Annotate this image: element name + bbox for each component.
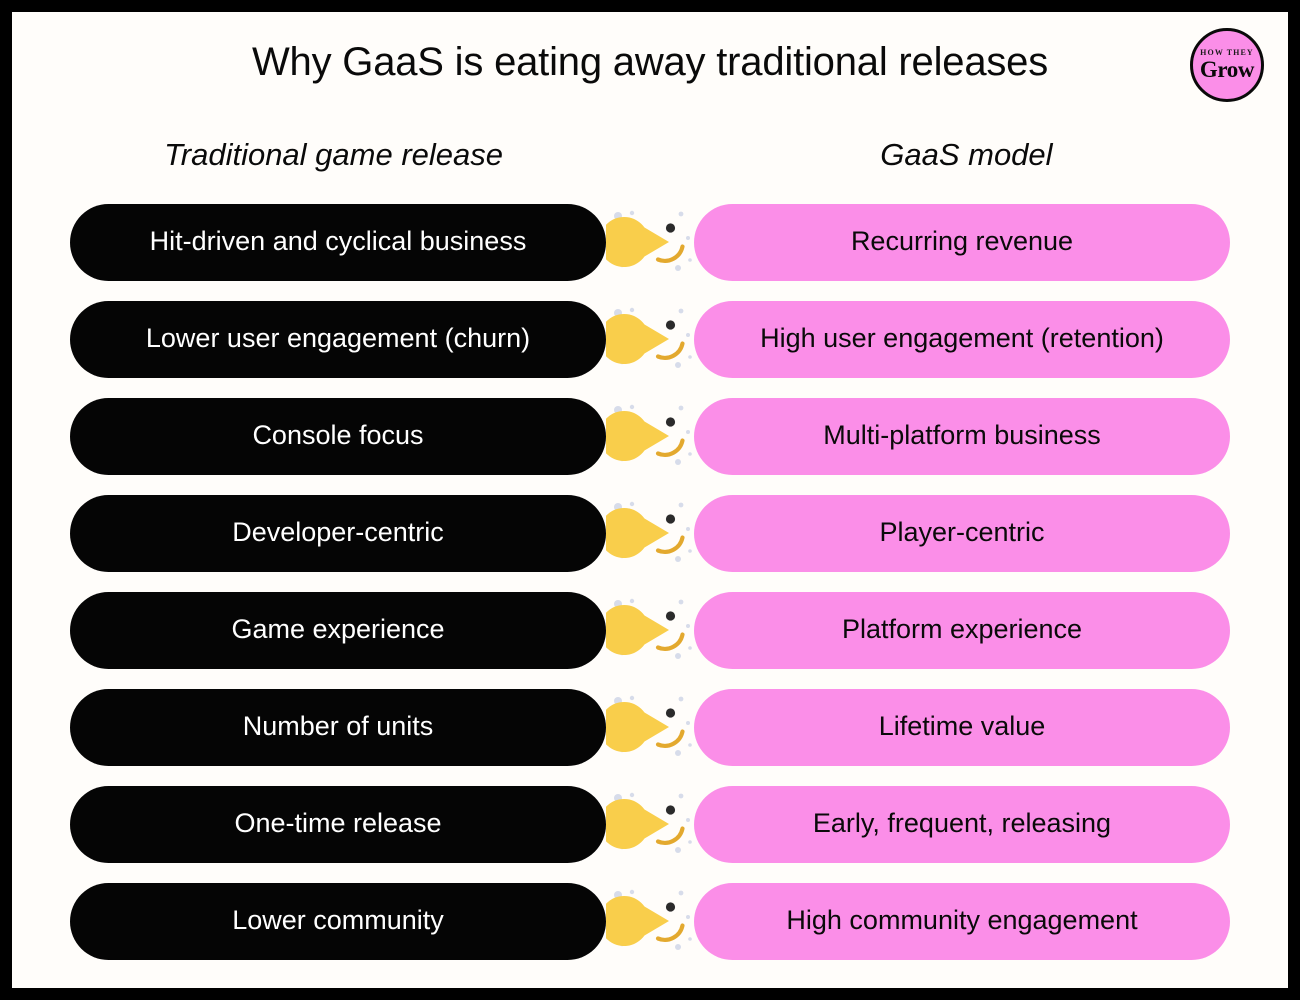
comparison-row: Game experience Platform experience bbox=[70, 590, 1230, 670]
traditional-pill[interactable]: Hit-driven and cyclical business bbox=[70, 203, 606, 281]
traditional-pill[interactable]: Game experience bbox=[70, 591, 606, 669]
brand-logo-top-text: HOW THEY bbox=[1200, 48, 1254, 57]
comparison-row: One-time release Early, frequent, releas… bbox=[70, 784, 1230, 864]
traditional-pill[interactable]: Lower community bbox=[70, 882, 606, 960]
brand-logo: HOW THEY Grow bbox=[1190, 28, 1264, 102]
pacman-icon bbox=[606, 687, 694, 767]
column-header-traditional: Traditional game release bbox=[164, 137, 504, 172]
comparison-row: Developer-centric Player-centric bbox=[70, 493, 1230, 573]
comparison-row: Hit-driven and cyclical business Recurri… bbox=[70, 202, 1230, 282]
gaas-pill[interactable]: Recurring revenue bbox=[694, 203, 1230, 281]
traditional-pill[interactable]: Number of units bbox=[70, 688, 606, 766]
column-headers: Traditional game release GaaS model bbox=[60, 130, 1240, 180]
comparison-row: Number of units Lifetime value bbox=[70, 687, 1230, 767]
comparison-row: Console focus Multi-platform business bbox=[70, 396, 1230, 476]
gaas-pill[interactable]: Early, frequent, releasing bbox=[694, 785, 1230, 863]
gaas-pill[interactable]: High user engagement (retention) bbox=[694, 300, 1230, 378]
image-frame: Why GaaS is eating away traditional rele… bbox=[0, 0, 1300, 1000]
pacman-icon bbox=[606, 881, 694, 961]
pacman-icon bbox=[606, 299, 694, 379]
pacman-icon bbox=[606, 493, 694, 573]
comparison-row: Lower user engagement (churn) High user … bbox=[70, 299, 1230, 379]
slide-canvas: Why GaaS is eating away traditional rele… bbox=[12, 12, 1288, 988]
gaas-pill[interactable]: Multi-platform business bbox=[694, 397, 1230, 475]
gaas-pill[interactable]: Player-centric bbox=[694, 494, 1230, 572]
page-title: Why GaaS is eating away traditional rele… bbox=[251, 40, 1049, 84]
pacman-icon bbox=[606, 396, 694, 476]
traditional-pill[interactable]: Console focus bbox=[70, 397, 606, 475]
gaas-pill[interactable]: Lifetime value bbox=[694, 688, 1230, 766]
gaas-pill[interactable]: High community engagement bbox=[694, 882, 1230, 960]
gaas-pill[interactable]: Platform experience bbox=[694, 591, 1230, 669]
traditional-pill[interactable]: Developer-centric bbox=[70, 494, 606, 572]
comparison-row: Lower community High community engagemen… bbox=[70, 881, 1230, 961]
brand-logo-main-text: Grow bbox=[1199, 57, 1255, 82]
pacman-icon bbox=[606, 590, 694, 670]
pacman-icon bbox=[606, 202, 694, 282]
traditional-pill[interactable]: Lower user engagement (churn) bbox=[70, 300, 606, 378]
column-header-gaas: GaaS model bbox=[880, 137, 1053, 172]
comparison-rows: Hit-driven and cyclical business Recurri… bbox=[70, 202, 1230, 974]
traditional-pill[interactable]: One-time release bbox=[70, 785, 606, 863]
pacman-icon bbox=[606, 784, 694, 864]
